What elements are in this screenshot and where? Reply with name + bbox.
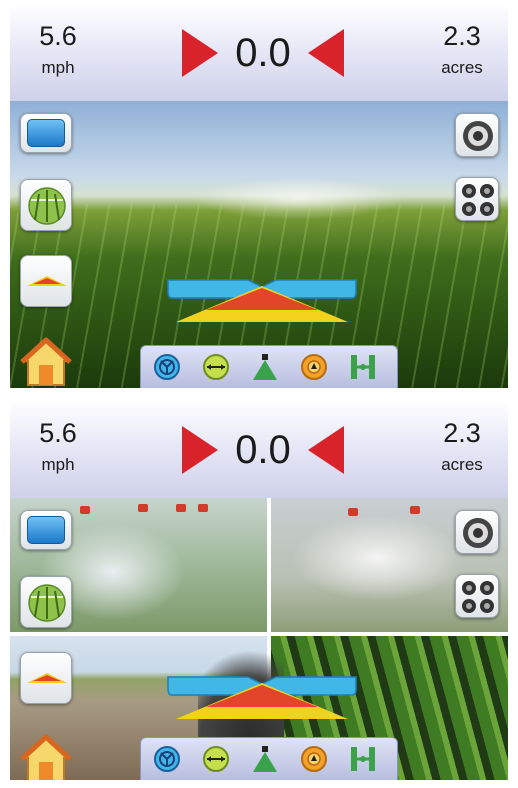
quad-camera-view [10, 498, 508, 780]
speed-readout: 5.6 mph [18, 416, 98, 478]
screen-select-button[interactable] [20, 510, 72, 550]
steer-right-arrow-icon [182, 29, 218, 77]
swath-width-icon[interactable] [202, 745, 230, 773]
speed-value: 5.6 [39, 21, 77, 51]
cross-track-value: 0.0 [235, 428, 291, 472]
area-unit: acres [441, 455, 483, 474]
area-value: 2.3 [443, 21, 481, 51]
camera-grid-icon [462, 184, 494, 216]
screen-select-button[interactable] [20, 113, 72, 153]
camera-view [10, 101, 508, 388]
steer-left-arrow-icon [308, 29, 344, 77]
camera-grid-button[interactable] [455, 574, 499, 618]
guidance-view-icon [28, 187, 66, 225]
speed-value: 5.6 [39, 418, 77, 448]
speed-unit: mph [41, 455, 75, 474]
area-unit: acres [441, 58, 483, 77]
lightbar-boom-overlay [167, 676, 357, 719]
speaker-icon [463, 121, 493, 151]
camera-grid-icon [462, 581, 494, 613]
speed-unit: mph [41, 58, 75, 77]
boom-view-icon [27, 276, 67, 286]
screen-quad-camera: 5.6 mph 0.0 2.3 acres [10, 404, 508, 780]
cross-track-readout: 0.0 [178, 27, 348, 79]
spray-nozzles [80, 504, 460, 516]
screen-single-camera: 5.6 mph 0.0 2.3 acres [10, 7, 508, 388]
screen-select-icon [27, 516, 65, 544]
status-header: 5.6 mph 0.0 2.3 acres [10, 404, 508, 498]
lightbar-boom-overlay [167, 279, 357, 322]
nozzle-icon[interactable] [251, 353, 279, 381]
boom-height-icon[interactable] [300, 353, 328, 381]
home-icon [20, 337, 72, 386]
bottom-toolbar [140, 345, 398, 388]
boom-sections-icon[interactable] [349, 745, 377, 773]
guidance-view-button[interactable] [20, 179, 72, 231]
cross-track-value: 0.0 [235, 31, 291, 75]
steering-icon[interactable] [153, 745, 181, 773]
cross-track-readout: 0.0 [178, 424, 348, 476]
home-button[interactable] [20, 732, 72, 780]
speaker-button[interactable] [455, 510, 499, 554]
boom-view-icon [27, 673, 67, 683]
boom-view-button[interactable] [20, 255, 72, 307]
area-readout: 2.3 acres [422, 19, 502, 81]
speaker-button[interactable] [455, 113, 499, 157]
steer-right-arrow-icon [182, 426, 218, 474]
nozzle-icon[interactable] [251, 745, 279, 773]
steering-icon[interactable] [153, 353, 181, 381]
guidance-view-icon [28, 584, 66, 622]
camera-grid-button[interactable] [455, 177, 499, 221]
swath-width-icon[interactable] [202, 353, 230, 381]
boom-view-button[interactable] [20, 652, 72, 704]
boom-sections-icon[interactable] [349, 353, 377, 381]
area-value: 2.3 [443, 418, 481, 448]
home-icon [20, 734, 72, 780]
guidance-view-button[interactable] [20, 576, 72, 628]
home-button[interactable] [20, 335, 72, 387]
speaker-icon [463, 518, 493, 548]
boom-height-icon[interactable] [300, 745, 328, 773]
steer-left-arrow-icon [308, 426, 344, 474]
screen-select-icon [27, 119, 65, 147]
status-header: 5.6 mph 0.0 2.3 acres [10, 7, 508, 101]
bottom-toolbar [140, 737, 398, 780]
area-readout: 2.3 acres [422, 416, 502, 478]
speed-readout: 5.6 mph [18, 19, 98, 81]
